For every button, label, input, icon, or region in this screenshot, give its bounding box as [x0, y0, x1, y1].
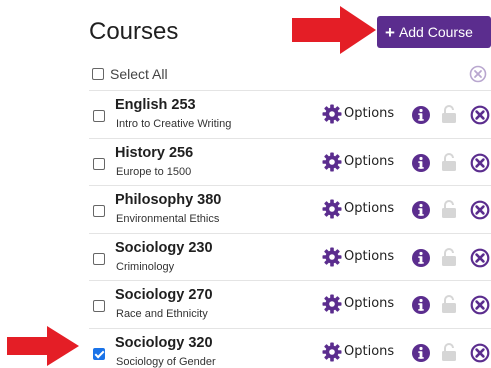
lock-icon [441, 342, 457, 367]
remove-course-icon[interactable] [470, 105, 490, 130]
arrow-annotation-bottom [7, 326, 79, 366]
plus-icon: + [385, 22, 395, 42]
course-description: Europe to 1500 [116, 165, 192, 178]
course-description: Race and Ethnicity [116, 308, 208, 320]
course-row[interactable]: Sociology 320 Sociology of Gender Options [89, 327, 491, 368]
options-button[interactable]: Options [344, 154, 394, 169]
remove-course-icon[interactable] [470, 295, 490, 320]
courses-page: Courses + Add Course Select All English … [0, 0, 491, 368]
course-description: Criminology [116, 260, 175, 273]
info-icon[interactable] [411, 105, 431, 130]
info-icon[interactable] [411, 248, 431, 273]
course-row[interactable]: Sociology 270 Race and Ethnicity Options [89, 280, 491, 328]
options-button[interactable]: Options [344, 296, 394, 311]
course-checkbox[interactable] [93, 157, 105, 170]
course-name: Philosophy 380 [115, 192, 222, 208]
options-button[interactable]: Options [344, 344, 394, 359]
gear-icon[interactable] [322, 247, 342, 272]
course-name: Sociology 320 [115, 334, 213, 351]
arrow-annotation-top [292, 6, 376, 54]
lock-icon [441, 152, 457, 177]
gear-icon[interactable] [322, 152, 342, 177]
course-checkbox[interactable] [93, 300, 105, 312]
course-row[interactable]: English 253 Intro to Creative Writing Opti… [89, 90, 491, 138]
gear-icon[interactable] [322, 104, 342, 129]
course-name: English 253 [115, 97, 196, 113]
course-row[interactable]: Sociology 230 Criminology Options [89, 232, 491, 281]
select-all-checkbox[interactable] [92, 68, 104, 80]
page-title: Courses [89, 18, 179, 45]
remove-all-icon[interactable] [469, 65, 487, 83]
course-checkbox[interactable] [93, 110, 105, 122]
course-description: Intro to Creative Writing [116, 118, 232, 130]
gear-icon[interactable] [322, 199, 342, 224]
course-name: Sociology 230 [115, 239, 213, 256]
info-icon[interactable] [411, 295, 431, 320]
options-button[interactable]: Options [344, 249, 394, 264]
course-checkbox[interactable] [93, 205, 105, 217]
info-icon[interactable] [411, 153, 431, 178]
lock-icon [441, 104, 457, 129]
lock-icon [441, 247, 457, 272]
gear-icon[interactable] [322, 342, 342, 367]
options-button[interactable]: Options [344, 201, 394, 216]
info-icon[interactable] [411, 343, 431, 368]
lock-icon [441, 294, 457, 319]
select-all-row: Select All [89, 62, 491, 86]
info-icon[interactable] [411, 200, 431, 225]
remove-course-icon[interactable] [470, 200, 490, 225]
select-all-label[interactable]: Select All [110, 66, 168, 82]
course-checkbox[interactable] [93, 347, 105, 360]
course-checkbox[interactable] [93, 252, 105, 265]
gear-icon[interactable] [322, 294, 342, 319]
course-name: History 256 [115, 144, 194, 161]
course-row[interactable]: Philosophy 380 Environmental Ethics Option… [89, 185, 491, 233]
course-list: English 253 Intro to Creative Writing Opti… [89, 90, 491, 368]
course-row[interactable]: History 256 Europe to 1500 Options [89, 137, 491, 186]
course-description: Sociology of Gender [116, 355, 216, 368]
course-description: Environmental Ethics [116, 213, 220, 225]
course-name: Sociology 270 [115, 287, 213, 303]
remove-course-icon[interactable] [470, 343, 490, 368]
remove-course-icon[interactable] [470, 153, 490, 178]
add-course-button[interactable]: + Add Course [377, 16, 491, 48]
add-course-label: Add Course [398, 24, 473, 40]
options-button[interactable]: Options [344, 106, 394, 121]
lock-icon [441, 199, 457, 224]
remove-course-icon[interactable] [470, 248, 490, 273]
